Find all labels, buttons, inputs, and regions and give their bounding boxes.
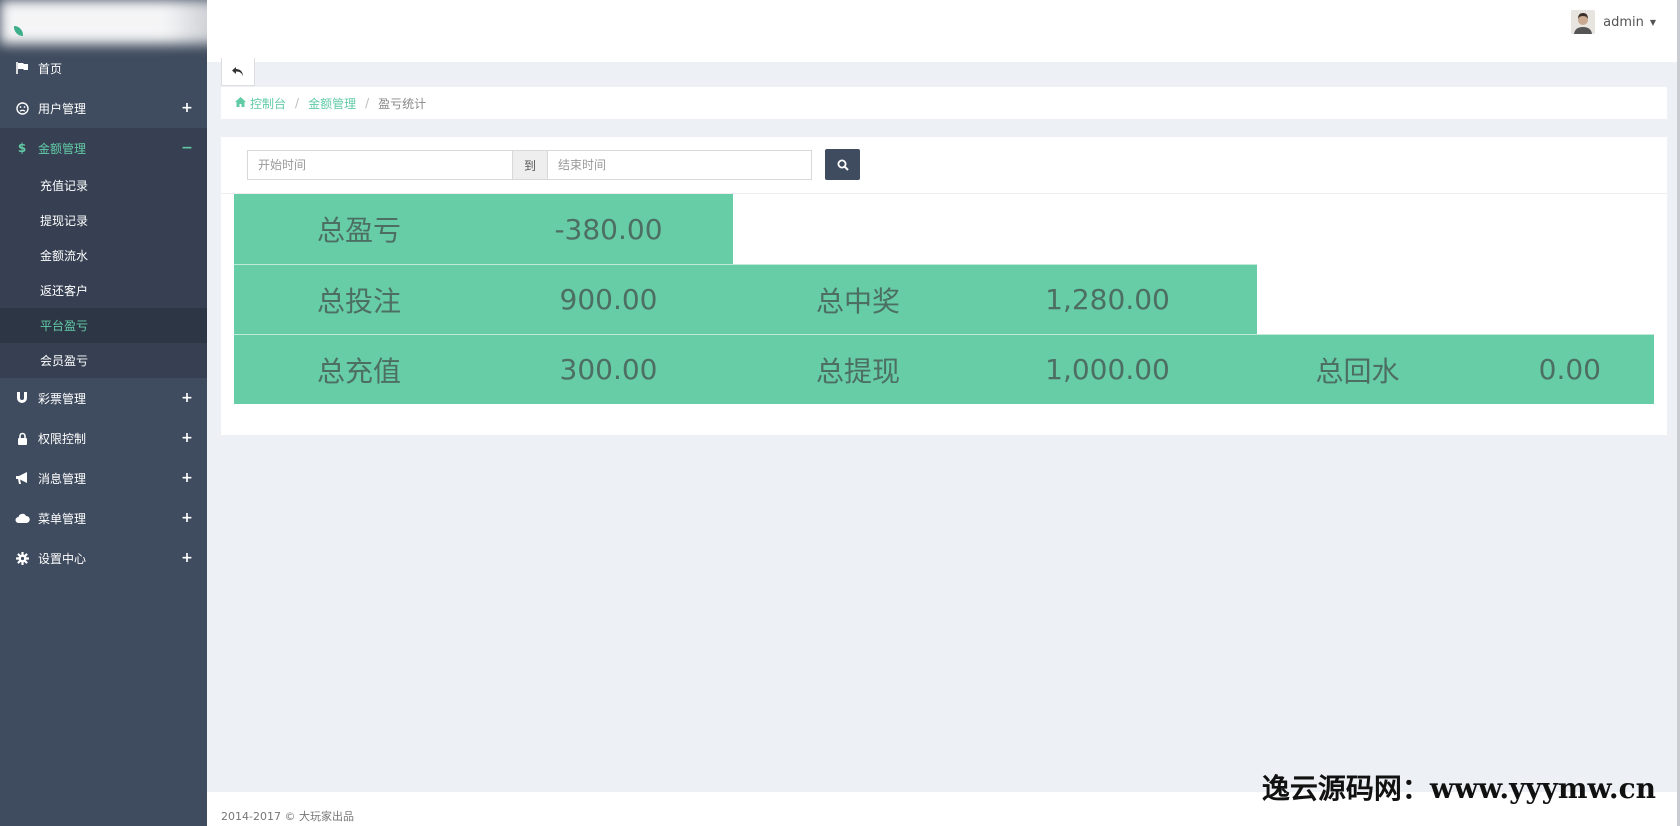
topbar: admin ▼ (207, 0, 1680, 62)
total-profit-value: -380.00 (554, 212, 663, 246)
breadcrumb: 控制台 / 金额管理 / 盈亏统计 (221, 87, 1667, 119)
stat-row: 总盈亏 -380.00 (234, 194, 733, 264)
user-menu[interactable]: admin ▼ (1571, 10, 1656, 34)
sidebar-item-label: 用户管理 (38, 101, 87, 116)
copyright: 2014-2017 © 大玩家出品 (221, 810, 354, 823)
sidebar-item-label: 彩票管理 (38, 391, 87, 406)
sidebar-item-home[interactable]: 首页 (0, 48, 207, 88)
sidebar-item-lottery[interactable]: 彩票管理 + (0, 378, 207, 418)
total-recharge-value: 300.00 (559, 353, 658, 386)
undo-icon (232, 66, 243, 76)
start-time-input[interactable] (248, 151, 512, 179)
caret-down-icon: ▼ (1649, 17, 1656, 27)
date-range: 到 (247, 150, 812, 180)
sidebar-item-label: 首页 (38, 61, 63, 76)
sidebar-item-permissions[interactable]: 权限控制 + (0, 418, 207, 458)
dollar-icon: $ (17, 141, 27, 155)
sidebar-item-label: 消息管理 (38, 471, 87, 486)
expand-icon: + (181, 510, 193, 526)
total-rebate-value: 0.00 (1538, 353, 1601, 386)
sidebar-item-label: 权限控制 (38, 431, 87, 446)
brand-logo (0, 0, 330, 48)
sidebar-subitem-withdraw[interactable]: 提现记录 (0, 203, 207, 238)
lock-icon (14, 430, 30, 446)
sidebar-item-label: 设置中心 (38, 551, 87, 566)
search-button[interactable] (825, 149, 860, 180)
gear-icon (14, 550, 30, 566)
sidebar-subitem-platform-profit[interactable]: 平台盈亏 (0, 308, 207, 343)
expand-icon: + (181, 390, 193, 406)
back-button[interactable] (221, 58, 255, 86)
sidebar-item-settings[interactable]: 设置中心 + (0, 538, 207, 578)
sidebar-item-label: 金额管理 (38, 141, 87, 156)
total-profit-label: 总盈亏 (316, 214, 401, 247)
sidebar-subitem-flow[interactable]: 金额流水 (0, 238, 207, 273)
breadcrumb-current: 盈亏统计 (378, 96, 427, 111)
smile-icon (14, 100, 30, 116)
expand-icon: + (181, 470, 193, 486)
sidebar-subitem-refund[interactable]: 返还客户 (0, 273, 207, 308)
watermark: 逸云源码网：www.yyymw.cn (1261, 772, 1656, 805)
total-recharge-label: 总充值 (316, 354, 401, 388)
avatar (1571, 10, 1596, 34)
expand-icon: + (181, 550, 193, 566)
stat-row: 总充值 300.00 总提现 1,000.00 总回水 0.00 (234, 334, 1654, 404)
money-submenu: 充值记录 提现记录 金额流水 返还客户 平台盈亏 会员盈亏 (0, 168, 207, 378)
expand-icon: + (181, 100, 193, 116)
sidebar: 首页 用户管理 + $ 金额管理 − 充值记录 提现记录 金额流水 返还客户 平… (0, 0, 330, 826)
sidebar-item-messages[interactable]: 消息管理 + (0, 458, 207, 498)
total-bet-label: 总投注 (316, 284, 401, 318)
total-withdraw-label: 总提现 (815, 354, 900, 388)
total-win-label: 总中奖 (815, 284, 900, 318)
stat-row: 总投注 900.00 总中奖 1,280.00 (234, 264, 1257, 334)
sidebar-subitem-recharge[interactable]: 充值记录 (0, 168, 207, 203)
end-time-input[interactable] (548, 151, 811, 179)
sidebar-nav: 首页 用户管理 + $ 金额管理 − 充值记录 提现记录 金额流水 返还客户 平… (0, 48, 207, 578)
cloud-icon (14, 510, 30, 526)
total-withdraw-value: 1,000.00 (1045, 353, 1170, 386)
collapse-icon: − (181, 140, 193, 156)
breadcrumb-console[interactable]: 控制台 (250, 95, 286, 112)
sidebar-item-menus[interactable]: 菜单管理 + (0, 498, 207, 538)
profit-panel: 到 总盈亏 -380.00 总投注 900.00 总中奖 1,280.00 总充… (221, 137, 1667, 435)
sidebar-subitem-member-profit[interactable]: 会员盈亏 (0, 343, 207, 378)
magnet-icon (14, 390, 30, 406)
stats-table: 总盈亏 -380.00 总投注 900.00 总中奖 1,280.00 总充值 … (234, 194, 1654, 404)
sidebar-item-users[interactable]: 用户管理 + (0, 88, 207, 128)
username: admin (1603, 14, 1644, 30)
home-icon[interactable] (235, 96, 246, 110)
to-label: 到 (512, 151, 548, 179)
total-rebate-label: 总回水 (1315, 354, 1400, 388)
search-icon (837, 159, 849, 171)
total-bet-value: 900.00 (559, 283, 658, 316)
sidebar-item-money[interactable]: $ 金额管理 − (0, 128, 207, 168)
expand-icon: + (181, 430, 193, 446)
breadcrumb-money[interactable]: 金额管理 (308, 95, 356, 112)
sidebar-item-label: 菜单管理 (38, 511, 87, 526)
search-form: 到 (221, 137, 1667, 194)
total-win-value: 1,280.00 (1045, 283, 1170, 316)
bullhorn-icon (14, 470, 30, 486)
flag-icon (14, 60, 30, 76)
